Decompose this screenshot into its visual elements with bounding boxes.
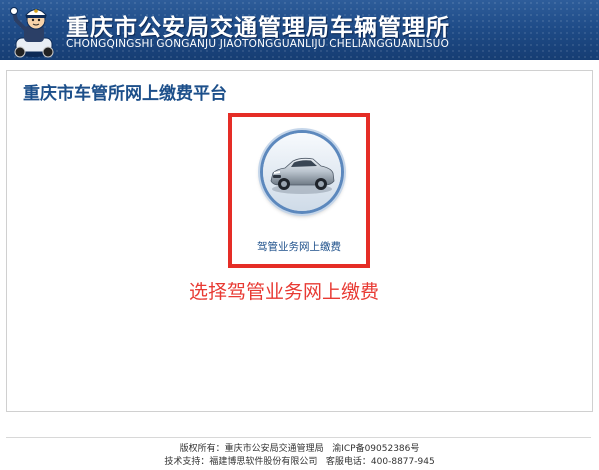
header-title-cn: 重庆市公安局交通管理局车辆管理所	[66, 15, 450, 41]
footer-divider	[6, 437, 591, 438]
support-text: 技术支持：福建博思软件股份有限公司	[164, 457, 318, 467]
footer-row-support: 技术支持：福建博思软件股份有限公司 客服电话：400-8877-945	[0, 456, 599, 469]
copyright-text: 版权所有：重庆市公安局交通管理局	[179, 444, 324, 454]
instruction-hint: 选择驾管业务网上缴费	[189, 281, 380, 303]
tile-label: 驾管业务网上缴费	[257, 241, 341, 253]
content-panel: 重庆市车管所网上缴费平台 驾管业务网上缴费 选择驾管业务网上缴费	[6, 70, 593, 412]
site-footer: 版权所有：重庆市公安局交通管理局 渝ICP备09052386号 技术支持：福建博…	[0, 443, 599, 469]
service-phone-text: 客服电话：400-8877-945	[325, 457, 435, 467]
header-title-en: CHONGQINGSHI GONGANJU JIAOTONGGUANLIJU C…	[66, 38, 450, 50]
car-photo-icon	[260, 130, 344, 214]
police-mascot-logo	[10, 7, 54, 58]
jiaguan-payment-tile[interactable]: 驾管业务网上缴费	[228, 113, 370, 268]
site-header: 重庆市公安局交通管理局车辆管理所 CHONGQINGSHI GONGANJU J…	[0, 0, 599, 60]
footer-row-copyright: 版权所有：重庆市公安局交通管理局 渝ICP备09052386号	[0, 443, 599, 456]
icp-text: 渝ICP备09052386号	[332, 444, 420, 454]
page-title: 重庆市车管所网上缴费平台	[23, 84, 227, 104]
